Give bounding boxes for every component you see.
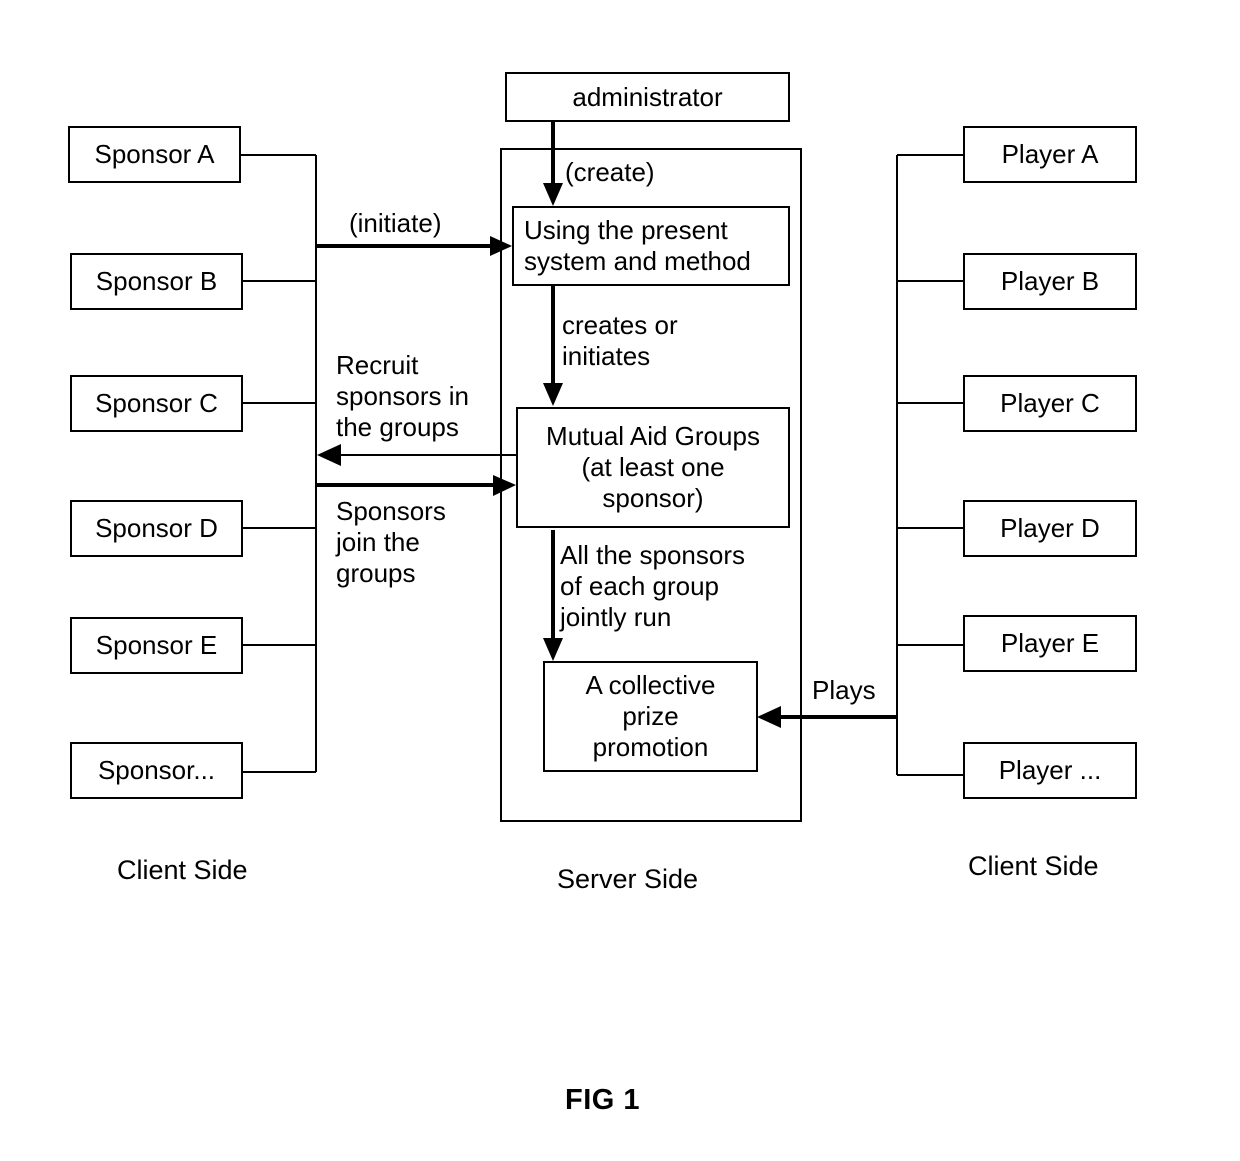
player-label-e: Player E [1000, 628, 1100, 659]
mutual-aid-groups-label: Mutual Aid Groups (at least one sponsor) [546, 421, 760, 513]
client-side-left-label: Client Side [117, 855, 248, 885]
administrator-box[interactable]: administrator [505, 72, 790, 122]
player-label-d: Player D [1000, 513, 1100, 544]
server-side-label: Server Side [557, 864, 699, 894]
sponsor-label-a: Sponsor A [94, 139, 215, 170]
sponsor-box-more[interactable]: Sponsor... [70, 742, 243, 799]
sponsor-box-c[interactable]: Sponsor C [70, 375, 243, 432]
sponsor-label-d: Sponsor D [95, 513, 218, 544]
create-edge-label: (create) [565, 157, 655, 187]
plays-edge-label: Plays [812, 675, 876, 705]
initiate-edge-label: (initiate) [349, 208, 442, 238]
sponsor-box-a[interactable]: Sponsor A [68, 126, 241, 183]
player-box-e[interactable]: Player E [963, 615, 1137, 672]
client-side-right-label: Client Side [968, 851, 1099, 881]
creates-or-initiates-edge-label: creates or initiates [562, 310, 678, 372]
jointly-run-edge-label: All the sponsors of each group jointly r… [560, 540, 745, 633]
present-system-method-label: Using the present system and method [524, 215, 751, 276]
mutual-aid-groups-box[interactable]: Mutual Aid Groups (at least one sponsor) [516, 407, 790, 528]
player-box-b[interactable]: Player B [963, 253, 1137, 310]
player-box-c[interactable]: Player C [963, 375, 1137, 432]
collective-prize-promotion-box[interactable]: A collective prize promotion [543, 661, 758, 772]
player-box-more[interactable]: Player ... [963, 742, 1137, 799]
player-box-a[interactable]: Player A [963, 126, 1137, 183]
figure-caption: FIG 1 [565, 1084, 641, 1116]
sponsor-label-c: Sponsor C [95, 388, 218, 419]
figure-canvas: administrator Using the present system a… [0, 0, 1240, 1161]
sponsors-join-edge-label: Sponsors join the groups [336, 496, 446, 589]
sponsor-box-e[interactable]: Sponsor E [70, 617, 243, 674]
sponsor-box-b[interactable]: Sponsor B [70, 253, 243, 310]
present-system-method-box[interactable]: Using the present system and method [512, 206, 790, 286]
player-box-d[interactable]: Player D [963, 500, 1137, 557]
sponsor-label-more: Sponsor... [97, 755, 216, 786]
recruit-sponsors-edge-label: Recruit sponsors in the groups [336, 350, 469, 443]
administrator-label: administrator [572, 81, 723, 112]
recruit-arrow-head [317, 444, 341, 466]
player-label-more: Player ... [998, 755, 1102, 786]
sponsor-label-b: Sponsor B [95, 266, 218, 297]
player-label-a: Player A [1001, 139, 1099, 170]
player-label-b: Player B [1000, 266, 1100, 297]
collective-prize-promotion-label: A collective prize promotion [585, 670, 716, 762]
sponsor-box-d[interactable]: Sponsor D [70, 500, 243, 557]
player-label-c: Player C [1000, 388, 1100, 419]
sponsor-label-e: Sponsor E [95, 630, 218, 661]
